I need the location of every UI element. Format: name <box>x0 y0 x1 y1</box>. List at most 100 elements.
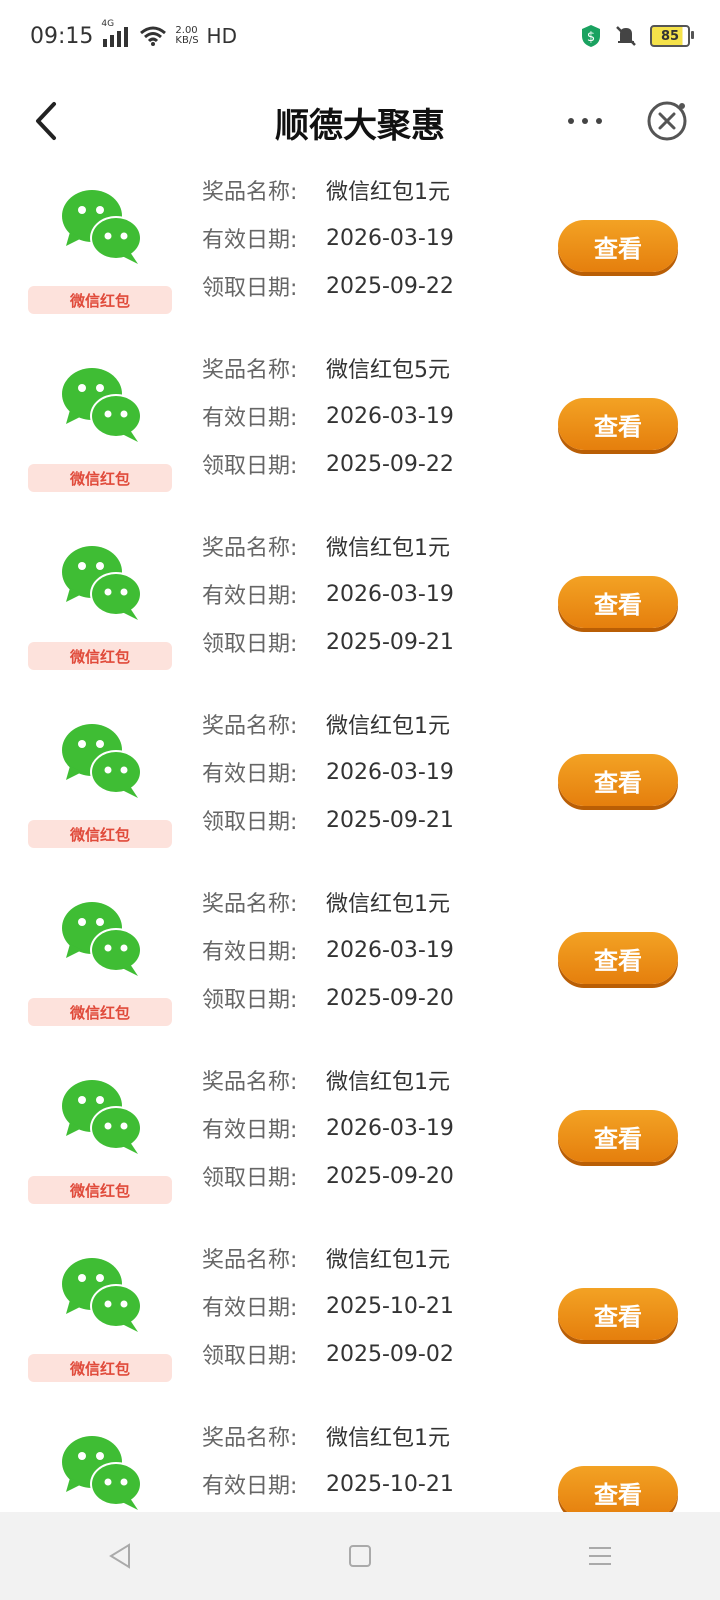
screen: 09:15 4G 2.00 KB/S HD $ 85 顺德大聚惠 微信红包 奖品… <box>0 0 720 1600</box>
shield-dollar-icon: $ <box>582 25 600 47</box>
bell-muted-icon <box>616 26 636 46</box>
claim-date-value: 2025-09-22 <box>326 273 454 299</box>
prize-name-value: 微信红包1元 <box>326 1070 450 1095</box>
prize-info: 奖品名称: 微信红包1元 有效日期: 2026-03-19 领取日期: 2025… <box>202 522 454 666</box>
valid-date-label: 有效日期: <box>202 1474 298 1499</box>
view-button[interactable]: 查看 <box>558 576 678 628</box>
view-button[interactable]: 查看 <box>558 1288 678 1340</box>
valid-date-row: 有效日期: 2026-03-19 <box>202 570 454 618</box>
prize-name-value: 微信红包1元 <box>326 1248 450 1273</box>
claim-date-row: 领取日期: 2025-09-21 <box>202 618 454 666</box>
thumbnail-label: 微信红包 <box>28 286 172 314</box>
prize-info: 奖品名称: 微信红包1元 有效日期: 2025-10-21 <box>202 1412 454 1508</box>
view-button[interactable]: 查看 <box>558 932 678 984</box>
prize-info: 奖品名称: 微信红包1元 有效日期: 2026-03-19 领取日期: 2025… <box>202 700 454 844</box>
prize-info: 奖品名称: 微信红包1元 有效日期: 2026-03-19 领取日期: 2025… <box>202 166 454 310</box>
prize-item: 微信红包 奖品名称: 微信红包1元 有效日期: 2026-03-19 领取日期:… <box>0 1048 720 1226</box>
nav-menu-button[interactable] <box>570 1526 630 1586</box>
prize-name-label: 奖品名称: <box>202 180 298 205</box>
valid-date-value: 2026-03-19 <box>326 581 454 607</box>
claim-date-value: 2025-09-22 <box>326 451 454 477</box>
valid-date-row: 有效日期: 2025-10-21 <box>202 1460 454 1508</box>
view-button[interactable]: 查看 <box>558 1110 678 1162</box>
valid-date-row: 有效日期: 2025-10-21 <box>202 1282 454 1330</box>
speed-unit: KB/S <box>175 35 199 46</box>
prize-name-label: 奖品名称: <box>202 892 298 917</box>
battery-icon: 85 <box>650 25 694 47</box>
prize-name-label: 奖品名称: <box>202 1248 298 1273</box>
square-home-icon <box>349 1545 371 1567</box>
view-button[interactable]: 查看 <box>558 220 678 272</box>
nav-back-button[interactable] <box>90 1526 150 1586</box>
prize-name-label: 奖品名称: <box>202 1070 298 1095</box>
wechat-icon <box>62 368 142 442</box>
more-dots-icon <box>582 118 588 124</box>
valid-date-row: 有效日期: 2026-03-19 <box>202 392 454 440</box>
prize-item: 微信红包 奖品名称: 微信红包1元 有效日期: 2026-03-19 领取日期:… <box>0 870 720 1048</box>
signal-icon: 4G <box>101 19 131 47</box>
wechat-icon <box>62 1436 142 1510</box>
claim-date-row: 领取日期: 2025-09-22 <box>202 440 454 488</box>
valid-date-value: 2025-10-21 <box>326 1293 454 1319</box>
battery-level: 85 <box>660 28 680 44</box>
view-button[interactable]: 查看 <box>558 398 678 450</box>
prize-name-label: 奖品名称: <box>202 714 298 739</box>
prize-thumbnail: 微信红包 <box>28 174 172 314</box>
system-nav-bar <box>0 1512 720 1600</box>
claim-date-value: 2025-09-21 <box>326 629 454 655</box>
prize-thumbnail: 微信红包 <box>28 1064 172 1204</box>
view-button[interactable]: 查看 <box>558 754 678 806</box>
prize-name-label: 奖品名称: <box>202 358 298 383</box>
claim-date-row: 领取日期: 2025-09-22 <box>202 262 454 310</box>
claim-date-row: 领取日期: 2025-09-21 <box>202 796 454 844</box>
prize-list: 微信红包 奖品名称: 微信红包1元 有效日期: 2026-03-19 领取日期:… <box>0 158 720 1582</box>
prize-thumbnail: 微信红包 <box>28 886 172 1026</box>
wechat-icon <box>62 1258 142 1332</box>
more-button[interactable] <box>560 98 610 144</box>
valid-date-value: 2026-03-19 <box>326 759 454 785</box>
prize-item: 微信红包 奖品名称: 微信红包1元 有效日期: 2026-03-19 领取日期:… <box>0 158 720 336</box>
valid-date-label: 有效日期: <box>202 1296 298 1321</box>
claim-date-label: 领取日期: <box>202 632 298 657</box>
prize-name-row: 奖品名称: 微信红包1元 <box>202 1412 454 1460</box>
more-dots-icon <box>568 118 574 124</box>
claim-date-label: 领取日期: <box>202 276 298 301</box>
claim-date-value: 2025-09-02 <box>326 1341 454 1367</box>
thumbnail-label: 微信红包 <box>28 464 172 492</box>
prize-name-value: 微信红包1元 <box>326 1426 450 1451</box>
prize-item: 微信红包 奖品名称: 微信红包1元 有效日期: 2026-03-19 领取日期:… <box>0 692 720 870</box>
valid-date-value: 2026-03-19 <box>326 1115 454 1141</box>
prize-thumbnail: 微信红包 <box>28 352 172 492</box>
claim-date-value: 2025-09-20 <box>326 1163 454 1189</box>
hd-label: HD <box>206 24 237 48</box>
prize-name-row: 奖品名称: 微信红包1元 <box>202 522 454 570</box>
wechat-icon <box>62 1080 142 1154</box>
thumbnail-label: 微信红包 <box>28 998 172 1026</box>
wechat-icon <box>62 190 142 264</box>
prize-name-value: 微信红包5元 <box>326 358 450 383</box>
prize-info: 奖品名称: 微信红包1元 有效日期: 2026-03-19 领取日期: 2025… <box>202 878 454 1022</box>
valid-date-row: 有效日期: 2026-03-19 <box>202 1104 454 1152</box>
valid-date-label: 有效日期: <box>202 1118 298 1143</box>
nav-home-button[interactable] <box>330 1526 390 1586</box>
prize-item: 微信红包 奖品名称: 微信红包5元 有效日期: 2026-03-19 领取日期:… <box>0 336 720 514</box>
prize-name-row: 奖品名称: 微信红包1元 <box>202 1234 454 1282</box>
prize-name-label: 奖品名称: <box>202 536 298 561</box>
prize-thumbnail: 微信红包 <box>28 708 172 848</box>
prize-thumbnail: 微信红包 <box>28 530 172 670</box>
back-button[interactable] <box>28 96 68 146</box>
valid-date-value: 2026-03-19 <box>326 937 454 963</box>
valid-date-label: 有效日期: <box>202 940 298 965</box>
claim-date-label: 领取日期: <box>202 1344 298 1369</box>
network-label: 4G <box>101 19 115 29</box>
menu-lines-icon <box>589 1547 611 1565</box>
claim-date-label: 领取日期: <box>202 988 298 1013</box>
claim-date-row: 领取日期: 2025-09-20 <box>202 974 454 1022</box>
claim-date-label: 领取日期: <box>202 1166 298 1191</box>
wechat-icon <box>62 546 142 620</box>
thumbnail-label: 微信红包 <box>28 1354 172 1382</box>
view-button[interactable]: 查看 <box>558 1466 678 1518</box>
more-dots-icon <box>596 118 602 124</box>
valid-date-label: 有效日期: <box>202 584 298 609</box>
close-button[interactable] <box>644 98 690 144</box>
